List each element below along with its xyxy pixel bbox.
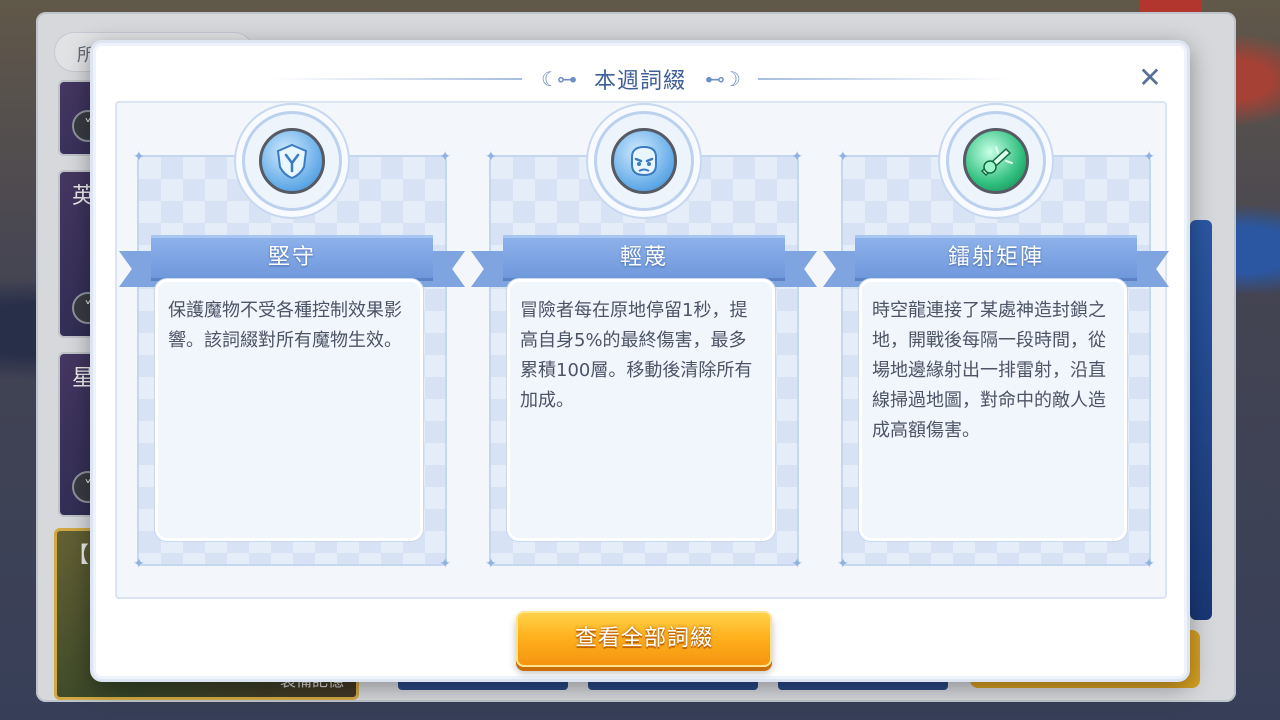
close-icon[interactable]: ✕ bbox=[1135, 63, 1165, 93]
affix-name-ribbon: 堅守 bbox=[119, 233, 465, 287]
affix-card: ✦ ✦ ✦ ✦ 輕蔑 冒險者每在原地停留1秒，提高自身5%的最終傷害，最多累積1… bbox=[471, 111, 817, 572]
affix-card: ✦ ✦ ✦ ✦ 鐳射矩陣 時空龍連接了某處神造封鎖之地，開戰後每隔一段時間，從場… bbox=[823, 111, 1169, 572]
moon-ornament-icon: ⊷☽ bbox=[705, 67, 741, 91]
sparkle-icon: ✦ bbox=[133, 149, 145, 165]
view-all-affixes-button[interactable]: 查看全部詞綴 bbox=[516, 611, 772, 667]
modal-title: 本週詞綴 bbox=[593, 69, 686, 94]
sparkle-icon: ✦ bbox=[439, 149, 451, 165]
affix-name: 鐳射矩陣 bbox=[855, 235, 1137, 281]
weekly-affix-modal: ☾⊶ 本週詞綴 ⊷☽ ✕ ✦ ✦ ✦ ✦ 堅守 保護魔物不受各種控制效果影響。該… bbox=[90, 40, 1190, 682]
affix-name-ribbon: 輕蔑 bbox=[471, 233, 817, 287]
affix-emblem-frame bbox=[594, 111, 694, 211]
sparkle-icon: ✦ bbox=[485, 556, 497, 572]
sparkle-icon: ✦ bbox=[1143, 556, 1155, 572]
affix-name: 輕蔑 bbox=[503, 235, 785, 281]
shield-icon bbox=[259, 128, 325, 194]
angry-face-icon bbox=[611, 128, 677, 194]
sparkle-icon: ✦ bbox=[1143, 149, 1155, 165]
sparkle-icon: ✦ bbox=[439, 556, 451, 572]
sparkle-icon: ✦ bbox=[791, 149, 803, 165]
sparkle-icon: ✦ bbox=[837, 556, 849, 572]
sparkle-icon: ✦ bbox=[133, 556, 145, 572]
affix-name: 堅守 bbox=[151, 235, 433, 281]
sparkle-icon: ✦ bbox=[485, 149, 497, 165]
moon-ornament-icon: ☾⊶ bbox=[541, 67, 577, 91]
affix-emblem-frame bbox=[242, 111, 342, 211]
title-divider-left bbox=[271, 78, 522, 80]
laser-icon bbox=[963, 128, 1029, 194]
affix-emblem-frame bbox=[946, 111, 1046, 211]
sparkle-icon: ✦ bbox=[791, 556, 803, 572]
affix-description: 時空龍連接了某處神造封鎖之地，開戰後每隔一段時間，從場地邊緣射出一排雷射，沿直線… bbox=[859, 279, 1127, 541]
sparkle-icon: ✦ bbox=[837, 149, 849, 165]
title-divider-right bbox=[758, 78, 1008, 80]
affix-name-ribbon: 鐳射矩陣 bbox=[823, 233, 1169, 287]
affix-description: 冒險者每在原地停留1秒，提高自身5%的最終傷害，最多累積100層。移動後清除所有… bbox=[507, 279, 775, 541]
affix-card: ✦ ✦ ✦ ✦ 堅守 保護魔物不受各種控制效果影響。該詞綴對所有魔物生效。 bbox=[119, 111, 465, 572]
affix-description: 保護魔物不受各種控制效果影響。該詞綴對所有魔物生效。 bbox=[155, 279, 423, 541]
modal-header: ☾⊶ 本週詞綴 ⊷☽ bbox=[93, 59, 1187, 99]
